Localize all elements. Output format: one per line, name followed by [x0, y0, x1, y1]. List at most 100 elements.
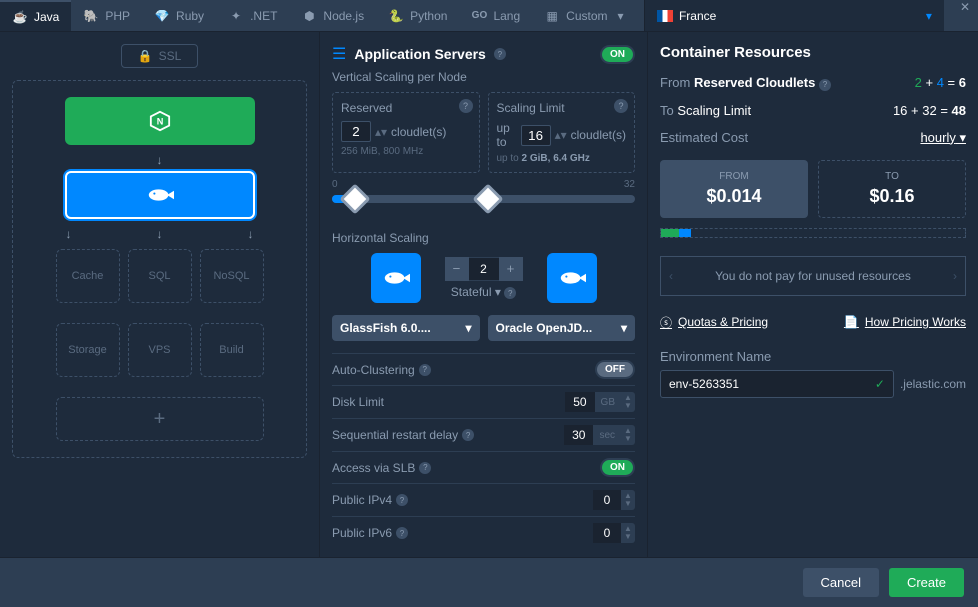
- jdk-value: Oracle OpenJD...: [496, 321, 593, 335]
- quotas-link[interactable]: ⓢ Quotas & Pricing: [660, 314, 768, 331]
- env-name-input[interactable]: env-5263351✓: [660, 370, 894, 398]
- go-icon: GO: [471, 8, 487, 24]
- cost-to-amount: $0.16: [829, 186, 955, 207]
- help-icon[interactable]: ?: [419, 462, 431, 474]
- tab-label: Lang: [493, 9, 520, 23]
- help-icon[interactable]: ?: [396, 527, 408, 539]
- limit-meta: 2 GiB, 6.4 GHz: [522, 153, 590, 164]
- help-icon[interactable]: ?: [504, 287, 516, 299]
- node-icon: [547, 253, 597, 303]
- spinner-icon[interactable]: ▲▼: [621, 394, 635, 410]
- spinner-icon[interactable]: ▴▾: [375, 125, 387, 139]
- sql-slot[interactable]: SQL: [128, 249, 192, 303]
- prev-arrow[interactable]: ‹: [669, 269, 673, 283]
- node-icon: [371, 253, 421, 303]
- slb-toggle[interactable]: ON: [600, 458, 635, 477]
- help-icon[interactable]: ?: [459, 99, 473, 113]
- appserver-toggle[interactable]: ON: [600, 45, 635, 64]
- prefix: up to: [497, 121, 517, 149]
- help-icon[interactable]: ?: [614, 99, 628, 113]
- add-layer-button[interactable]: +: [56, 397, 264, 441]
- chevron-down-icon: ▾: [926, 9, 932, 23]
- spinner-icon[interactable]: ▲▼: [621, 427, 635, 443]
- increment-button[interactable]: +: [499, 257, 523, 281]
- to-bold: Scaling Limit: [677, 103, 751, 118]
- help-icon[interactable]: ?: [396, 494, 408, 506]
- tab-dotnet[interactable]: ✦.NET: [216, 0, 289, 31]
- tab-ruby[interactable]: 💎Ruby: [142, 0, 216, 31]
- period-dropdown[interactable]: hourly ▾: [920, 130, 966, 146]
- decrement-button[interactable]: −: [445, 257, 469, 281]
- vps-slot[interactable]: VPS: [128, 323, 192, 377]
- spinner-icon[interactable]: ▴▾: [555, 128, 567, 142]
- server-dropdown[interactable]: GlassFish 6.0....▾: [332, 315, 480, 341]
- cloudlet-slider[interactable]: 0 32: [332, 183, 635, 213]
- check-icon: ✓: [875, 377, 885, 391]
- tab-go[interactable]: GO Lang: [459, 0, 532, 31]
- chevron-down-icon: ▾: [621, 321, 627, 335]
- dollar-icon: ⓢ: [660, 314, 672, 331]
- autocluster-toggle[interactable]: OFF: [595, 360, 635, 379]
- limit-label: Scaling Limit: [497, 101, 627, 115]
- from-label: From: [660, 75, 690, 90]
- menu-icon[interactable]: ☰: [332, 44, 346, 64]
- scaling-mode-dropdown[interactable]: Stateful ▾ ?: [445, 285, 523, 300]
- ipv6-input[interactable]: 0▲▼: [593, 523, 635, 543]
- disk-input[interactable]: 50GB▲▼: [565, 392, 635, 412]
- php-icon: 🐘: [83, 8, 99, 24]
- ssl-toggle[interactable]: 🔒SSL: [121, 44, 199, 68]
- build-slot[interactable]: Build: [200, 323, 264, 377]
- chevron-down-icon: ▾: [465, 321, 471, 335]
- reserved-input[interactable]: [341, 121, 371, 142]
- cache-slot[interactable]: Cache: [56, 249, 120, 303]
- tab-java[interactable]: ☕Java: [0, 0, 71, 31]
- spinner-icon[interactable]: ▲▼: [621, 525, 635, 541]
- tab-nodejs[interactable]: ⬢Node.js: [289, 0, 376, 31]
- tab-python[interactable]: 🐍Python: [376, 0, 459, 31]
- appserver-node[interactable]: [65, 171, 255, 219]
- restart-label: Sequential restart delay: [332, 428, 458, 442]
- storage-slot[interactable]: Storage: [56, 323, 120, 377]
- next-arrow[interactable]: ›: [953, 269, 957, 283]
- ipv4-label: Public IPv4: [332, 493, 392, 507]
- arrow-down-icon: ↓: [23, 153, 296, 167]
- help-icon[interactable]: ?: [494, 48, 506, 60]
- cancel-button[interactable]: Cancel: [803, 568, 879, 597]
- arrow-down-icon: ↓: [248, 227, 254, 241]
- unit: GB: [595, 397, 621, 408]
- node-count: 2: [469, 258, 499, 280]
- tab-label: Java: [34, 10, 59, 24]
- slider-thumb-reserved[interactable]: [340, 183, 371, 214]
- help-icon[interactable]: ?: [819, 79, 831, 91]
- cost-to-box: TO$0.16: [818, 160, 966, 218]
- cost-from-amount: $0.014: [671, 186, 797, 207]
- tab-label: PHP: [105, 9, 130, 23]
- spinner-icon[interactable]: ▲▼: [621, 492, 635, 508]
- jdk-dropdown[interactable]: Oracle OpenJD... ▾: [488, 315, 636, 341]
- help-icon[interactable]: ?: [419, 364, 431, 376]
- nosql-slot[interactable]: NoSQL: [200, 249, 264, 303]
- ruby-icon: 💎: [154, 8, 170, 24]
- ipv4-input[interactable]: 0▲▼: [593, 490, 635, 510]
- region-selector[interactable]: France ▾: [644, 0, 944, 31]
- link-text: How Pricing Works: [865, 315, 966, 329]
- mode-value: Stateful: [451, 285, 492, 299]
- link-text: Quotas & Pricing: [678, 315, 768, 329]
- custom-icon: ▦: [544, 8, 560, 24]
- ipv6-value: 0: [593, 523, 621, 543]
- tab-label: Python: [410, 9, 447, 23]
- balancer-node[interactable]: N: [65, 97, 255, 145]
- limit-input[interactable]: [521, 125, 551, 146]
- tab-custom[interactable]: ▦Custom▾: [532, 0, 635, 31]
- slb-label: Access via SLB: [332, 461, 415, 475]
- how-pricing-link[interactable]: 📄How Pricing Works: [844, 314, 966, 331]
- close-button[interactable]: ✕: [952, 0, 978, 31]
- tab-label: Custom: [566, 9, 607, 23]
- nginx-icon: N: [149, 110, 171, 132]
- help-icon[interactable]: ?: [462, 429, 474, 441]
- create-button[interactable]: Create: [889, 568, 964, 597]
- tab-php[interactable]: 🐘 PHP: [71, 0, 142, 31]
- restart-delay-input[interactable]: 30sec▲▼: [564, 425, 635, 445]
- slider-thumb-limit[interactable]: [473, 183, 504, 214]
- dotnet-icon: ✦: [228, 8, 244, 24]
